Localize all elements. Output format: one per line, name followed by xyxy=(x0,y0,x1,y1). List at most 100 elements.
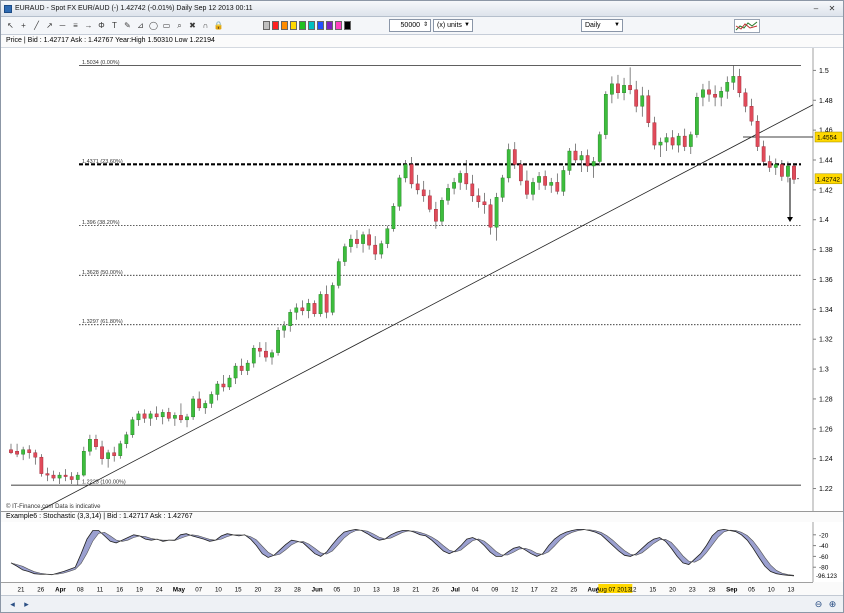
color-swatch[interactable] xyxy=(344,21,351,30)
crosshair-icon[interactable]: + xyxy=(18,20,29,31)
minimize-icon[interactable]: – xyxy=(811,4,821,14)
candle xyxy=(391,203,396,232)
candle-body-up xyxy=(664,137,669,143)
candle-body-down xyxy=(585,155,590,167)
color-swatch[interactable] xyxy=(281,21,288,30)
period-select[interactable]: Daily ▼ xyxy=(581,19,623,32)
quantity-input[interactable]: 50000 ⇕ xyxy=(389,19,431,32)
color-swatch[interactable] xyxy=(326,21,333,30)
candle-body-down xyxy=(100,446,104,459)
units-select[interactable]: (x) units ▼ xyxy=(433,19,473,32)
candle-body-up xyxy=(349,238,353,247)
candle-body-down xyxy=(518,164,523,182)
candle-body-up xyxy=(579,155,584,161)
date-tick-label: 05 xyxy=(748,587,755,594)
price-chart[interactable]: 1.51.481.461.441.421.41.381.361.341.321.… xyxy=(1,48,843,511)
candle-body-down xyxy=(761,146,766,162)
candle-body-down xyxy=(427,195,432,210)
price-tick-label: 1.24 xyxy=(819,456,833,463)
candle-body-down xyxy=(373,244,378,255)
date-axis: 21 26 Apr 08 11 16 19 24 May 07 10 15 20 23 28 Jun 05 10 1… xyxy=(1,582,843,595)
candle-body-up xyxy=(701,89,705,98)
candle xyxy=(276,327,280,356)
text-icon[interactable]: T xyxy=(109,20,120,31)
candle-body-down xyxy=(470,183,475,197)
candle-body-down xyxy=(488,204,493,228)
candle xyxy=(130,416,135,438)
price-tick-label: 1.36 xyxy=(819,277,833,284)
candle-body-up xyxy=(130,419,135,435)
candle-body-up xyxy=(227,377,232,388)
color-swatch[interactable] xyxy=(299,21,306,30)
stoch-tick-label: -40 xyxy=(819,543,829,550)
candle-body-up xyxy=(731,76,736,83)
cursor-icon[interactable]: ↖ xyxy=(5,20,16,31)
date-tick-label: 17 xyxy=(531,587,538,594)
candle xyxy=(330,282,335,316)
stoch-tick-label: -80 xyxy=(819,565,829,572)
color-swatch[interactable] xyxy=(272,21,279,30)
date-tick-label: Aug 07 2013 xyxy=(596,587,632,594)
color-swatch[interactable] xyxy=(263,21,270,30)
candle-body-up xyxy=(342,246,347,262)
candle-body-down xyxy=(300,307,305,312)
fib-icon[interactable]: Φ xyxy=(96,20,107,31)
line-icon[interactable]: ╱ xyxy=(31,20,42,31)
candle-body-down xyxy=(646,95,651,123)
chart-window: EURAUD - Spot FX EUR/AUD (-) 1.42742 (-0… xyxy=(0,0,844,613)
price-tick-label: 1.3 xyxy=(819,367,829,374)
candle-body-down xyxy=(652,122,657,146)
candle-body-up xyxy=(148,413,153,419)
scroll-left-icon[interactable]: ◂ xyxy=(7,599,18,610)
lock-icon[interactable]: 🔒 xyxy=(213,20,224,31)
zoom-out-icon[interactable]: ⊖ xyxy=(813,599,824,610)
color-swatch[interactable] xyxy=(308,21,315,30)
candle-body-down xyxy=(312,303,317,315)
zoom-in-icon[interactable]: ⊕ xyxy=(827,599,838,610)
ellipse-icon[interactable]: ◯ xyxy=(148,20,159,31)
ray-icon[interactable]: ↗ xyxy=(44,20,55,31)
chart-type-icon[interactable] xyxy=(734,19,760,33)
candle-body-down xyxy=(197,398,202,409)
candle-body-up xyxy=(276,330,280,353)
date-tick-label: 19 xyxy=(136,587,143,594)
candle-body-up xyxy=(251,347,256,364)
candle-body-down xyxy=(257,347,262,352)
candle-body-down xyxy=(421,189,426,197)
candle-body-down xyxy=(670,137,675,146)
color-swatch[interactable] xyxy=(335,21,342,30)
candle-body-down xyxy=(239,365,244,371)
color-swatch[interactable] xyxy=(290,21,297,30)
zoom-icon[interactable]: ⌕ xyxy=(174,20,185,31)
candle-body-down xyxy=(573,150,578,161)
channel-icon[interactable]: ≡ xyxy=(70,20,81,31)
candle-body-up xyxy=(21,449,26,455)
candle-body-up xyxy=(118,443,123,456)
date-tick-label: 07 xyxy=(195,587,202,594)
delete-icon[interactable]: ✖ xyxy=(187,20,198,31)
date-tick-label: 10 xyxy=(353,587,360,594)
date-tick-label: 26 xyxy=(37,587,44,594)
candle-body-up xyxy=(57,474,62,479)
date-tick-label: 21 xyxy=(18,587,25,594)
scroll-right-icon[interactable]: ▸ xyxy=(21,599,32,610)
candle-body-up xyxy=(306,303,311,312)
gann-icon[interactable]: ⊿ xyxy=(135,20,146,31)
pen-icon[interactable]: ✎ xyxy=(122,20,133,31)
stochastic-label: Example6 : Stochastic (3,3,14) | Bid : 1… xyxy=(6,513,193,520)
candle-body-up xyxy=(786,165,790,177)
stochastic-header: Example6 : Stochastic (3,3,14) | Bid : 1… xyxy=(1,511,843,522)
candle-body-up xyxy=(531,182,535,195)
arrow-icon[interactable]: → xyxy=(83,20,94,31)
magnet-icon[interactable]: ∩ xyxy=(200,20,211,31)
rectangle-icon[interactable]: ▭ xyxy=(161,20,172,31)
candle-body-up xyxy=(725,82,730,92)
candle-body-up xyxy=(597,134,602,162)
price-tick-label: 1.5 xyxy=(819,68,829,75)
drawing-toolbar: ↖ + ╱ ↗ ─ ≡ → Φ T ✎ ⊿ ◯ ▭ ⌕ ✖ ∩ 🔒 50000 ⇕ (x) units ▼ Dail… xyxy=(1,17,843,35)
close-icon[interactable]: ✕ xyxy=(827,4,837,14)
candle-body-down xyxy=(45,473,50,476)
hline-icon[interactable]: ─ xyxy=(57,20,68,31)
color-swatch[interactable] xyxy=(317,21,324,30)
stochastic-panel[interactable]: -20 -40 -60 -80-96.123 xyxy=(1,522,843,582)
